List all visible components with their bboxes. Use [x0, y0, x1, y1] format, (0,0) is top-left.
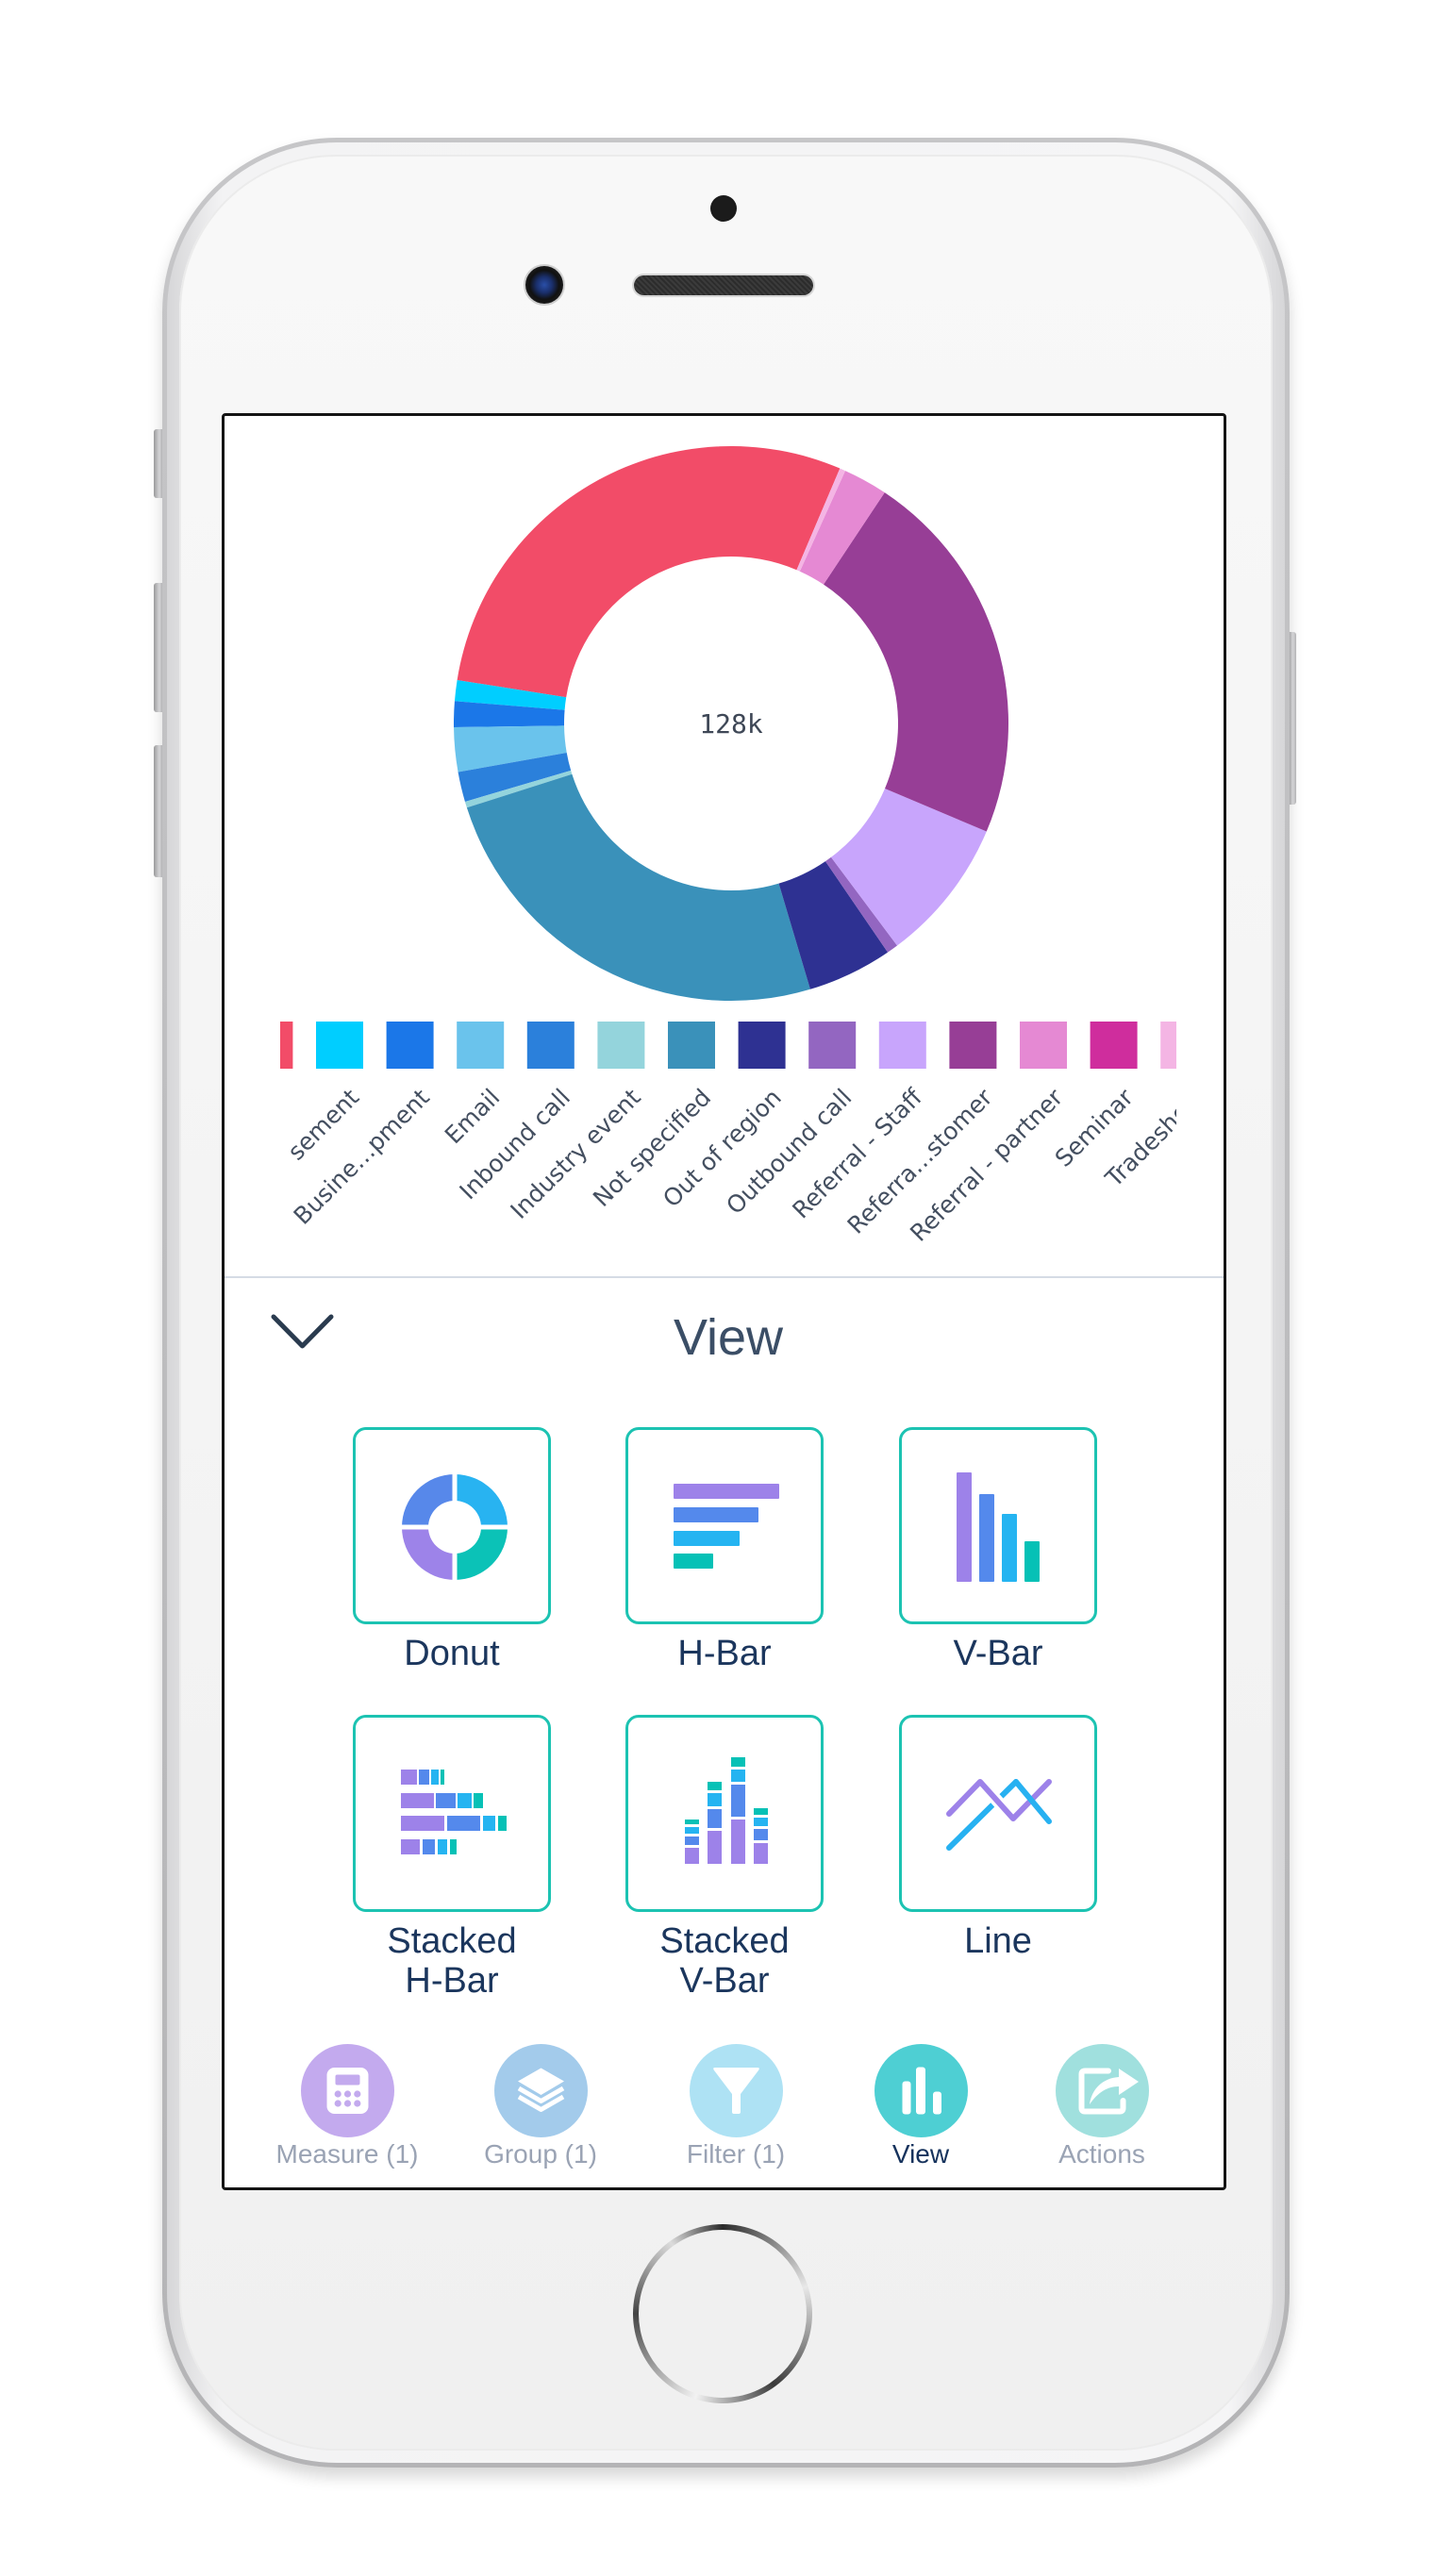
legend-label: Referral - Staff — [787, 1083, 927, 1223]
donut-chart-icon — [398, 1471, 511, 1584]
stacked-v-bar-option-card[interactable] — [625, 1715, 824, 1912]
h-bar-option-label: H-Bar — [677, 1634, 772, 1673]
h-bar-option-card[interactable] — [625, 1427, 824, 1624]
collapse-panel-button[interactable] — [266, 1307, 340, 1354]
calculator-icon — [326, 2068, 368, 2114]
line-chart-icon — [942, 1775, 1056, 1851]
bar-chart-icon — [902, 2067, 941, 2115]
legend-swatch[interactable] — [1020, 1022, 1067, 1069]
legend-swatch[interactable] — [245, 1022, 293, 1069]
nav-actions-label: Actions — [1058, 2139, 1145, 2169]
filter-funnel-icon — [712, 2068, 759, 2114]
legend-swatch[interactable] — [1090, 1022, 1138, 1069]
nav-actions[interactable]: Actions — [1017, 2044, 1187, 2185]
legend-swatch[interactable] — [808, 1022, 857, 1069]
legend-label: Industry event — [505, 1084, 645, 1224]
legend-swatch[interactable] — [878, 1022, 926, 1069]
donut-slice[interactable] — [823, 492, 1008, 832]
donut-chart: 128k sementBusine…pment EmailInbound call… — [245, 446, 1208, 1247]
horizontal-bar-chart-icon — [674, 1484, 779, 1569]
view-option-line[interactable]: Line — [899, 1715, 1097, 1998]
stacked-v-bar-option-label: Stacked V-Bar — [659, 1921, 790, 2001]
stacked-horizontal-bar-chart-icon — [401, 1770, 507, 1854]
legend-swatch[interactable] — [1160, 1022, 1208, 1069]
nav-measure-label: Measure (1) — [275, 2139, 419, 2169]
measure-button[interactable] — [300, 2044, 394, 2137]
legend-swatch[interactable] — [526, 1022, 575, 1069]
donut-slice[interactable] — [466, 773, 810, 1001]
earpiece-speaker — [634, 275, 813, 295]
donut-slice[interactable] — [457, 446, 841, 698]
nav-view[interactable]: View — [836, 2044, 1006, 2185]
line-option-label: Line — [964, 1921, 1032, 1961]
donut-option-card[interactable] — [353, 1427, 551, 1624]
legend-swatch[interactable] — [457, 1022, 505, 1069]
stacked-h-bar-option-label: Stacked H-Bar — [387, 1921, 517, 2001]
view-option-donut[interactable]: Donut — [353, 1427, 551, 1710]
view-option-h-bar[interactable]: H-Bar — [625, 1427, 824, 1710]
layers-icon — [517, 2068, 564, 2112]
nav-view-label: View — [891, 2139, 950, 2169]
view-option-v-bar[interactable]: V-Bar — [899, 1427, 1097, 1710]
donut-option-label: Donut — [404, 1634, 500, 1673]
front-camera-icon — [525, 266, 563, 304]
chevron-down-icon — [271, 1314, 334, 1349]
v-bar-option-label: V-Bar — [953, 1634, 1043, 1673]
legend-swatch[interactable] — [597, 1022, 645, 1069]
line-option-card[interactable] — [899, 1715, 1097, 1912]
view-option-stacked-h-bar[interactable]: Stacked H-Bar — [353, 1715, 551, 2001]
home-button[interactable] — [633, 2224, 812, 2403]
legend[interactable]: sementBusine…pment EmailInbound callIndus… — [245, 1022, 1208, 1247]
legend-swatch[interactable] — [386, 1022, 434, 1069]
legend-swatch[interactable] — [668, 1022, 715, 1069]
actions-button[interactable] — [1055, 2044, 1149, 2137]
filter-button[interactable] — [689, 2044, 783, 2137]
legend-swatch[interactable] — [949, 1022, 997, 1069]
stacked-vertical-bar-chart-icon — [685, 1757, 768, 1864]
nav-group-label: Group (1) — [484, 2139, 597, 2169]
stacked-h-bar-option-card[interactable] — [353, 1715, 551, 1912]
share-icon — [1078, 2068, 1139, 2115]
v-bar-option-card[interactable] — [899, 1427, 1097, 1624]
legend-swatch[interactable] — [316, 1022, 363, 1069]
app-screen: 128k sement Busine…pment Email Inbound call… — [222, 413, 1226, 2190]
proximity-sensor — [710, 195, 737, 222]
legend-label: Email — [440, 1084, 506, 1150]
donut-center-total: 128k — [699, 708, 763, 740]
view-option-stacked-v-bar[interactable]: Stacked V-Bar — [625, 1715, 824, 2001]
group-button[interactable] — [493, 2044, 588, 2137]
view-button[interactable] — [874, 2044, 968, 2137]
panel-divider — [225, 1276, 1224, 1278]
legend-swatch[interactable] — [738, 1022, 786, 1069]
panel-title: View — [673, 1309, 784, 1366]
nav-group[interactable]: Group (1) — [456, 2044, 625, 2185]
nav-filter-label: Filter (1) — [686, 2139, 786, 2169]
legend-label: Outbound call — [721, 1084, 857, 1220]
nav-measure[interactable]: Measure (1) — [262, 2044, 432, 2185]
vertical-bar-chart-icon — [957, 1472, 1040, 1582]
nav-filter[interactable]: Filter (1) — [651, 2044, 821, 2185]
